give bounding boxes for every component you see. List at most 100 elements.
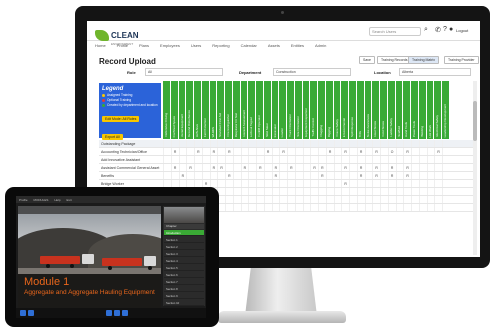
matrix-cell[interactable]: R bbox=[341, 180, 349, 187]
user-icon[interactable]: ● bbox=[449, 26, 453, 33]
matrix-cell[interactable] bbox=[426, 148, 435, 155]
matrix-cell[interactable] bbox=[263, 196, 272, 203]
matrix-cell[interactable] bbox=[411, 140, 419, 147]
help-icon[interactable]: ? bbox=[443, 26, 447, 33]
matrix-cell[interactable] bbox=[248, 172, 256, 179]
matrix-cell[interactable] bbox=[387, 180, 396, 187]
matrix-cell[interactable] bbox=[240, 172, 249, 179]
matrix-cell[interactable] bbox=[240, 180, 249, 187]
matrix-cell[interactable] bbox=[256, 204, 264, 211]
matrix-cell[interactable] bbox=[302, 196, 311, 203]
matrix-cell[interactable] bbox=[287, 148, 295, 155]
matrix-cell[interactable] bbox=[325, 180, 334, 187]
matrix-cell[interactable] bbox=[333, 172, 342, 179]
matrix-cell[interactable]: R bbox=[387, 164, 396, 171]
matrix-cell[interactable] bbox=[426, 140, 435, 147]
matrix-cell[interactable] bbox=[271, 188, 280, 195]
matrix-cell[interactable] bbox=[232, 140, 241, 147]
nav-item[interactable]: Profile bbox=[117, 42, 128, 50]
matrix-cell[interactable] bbox=[426, 172, 435, 179]
matrix-cell[interactable] bbox=[333, 156, 342, 163]
matrix-cell[interactable] bbox=[225, 188, 233, 195]
matrix-cell[interactable] bbox=[434, 172, 442, 179]
matrix-cell[interactable] bbox=[186, 148, 194, 155]
matrix-cell[interactable] bbox=[194, 180, 202, 187]
matrix-cell[interactable] bbox=[256, 196, 264, 203]
matrix-cell[interactable] bbox=[163, 164, 171, 171]
matrix-cell[interactable]: R bbox=[403, 148, 411, 155]
matrix-cell[interactable] bbox=[263, 164, 272, 171]
matrix-cell[interactable] bbox=[163, 140, 171, 147]
matrix-cell[interactable] bbox=[380, 196, 388, 203]
matrix-cell[interactable] bbox=[256, 156, 264, 163]
tablet-menu-item[interactable]: Exit bbox=[67, 198, 72, 202]
matrix-cell[interactable]: R bbox=[318, 164, 326, 171]
matrix-cell[interactable] bbox=[318, 140, 326, 147]
matrix-cell[interactable]: R bbox=[287, 164, 295, 171]
matrix-cell[interactable] bbox=[395, 180, 404, 187]
training-records-button[interactable]: Training Records bbox=[377, 56, 412, 64]
matrix-cell[interactable] bbox=[349, 164, 357, 171]
matrix-cell[interactable] bbox=[163, 172, 171, 179]
matrix-cell[interactable] bbox=[387, 156, 396, 163]
matrix-cell[interactable] bbox=[364, 188, 373, 195]
matrix-cell[interactable] bbox=[380, 180, 388, 187]
matrix-cell[interactable] bbox=[318, 196, 326, 203]
matrix-cell[interactable] bbox=[271, 204, 280, 211]
matrix-cell[interactable] bbox=[426, 156, 435, 163]
matrix-cell[interactable]: R bbox=[387, 172, 396, 179]
matrix-cell[interactable] bbox=[418, 148, 427, 155]
matrix-cell[interactable] bbox=[325, 164, 334, 171]
matrix-cell[interactable] bbox=[240, 148, 249, 155]
matrix-cell[interactable] bbox=[387, 204, 396, 211]
matrix-cell[interactable] bbox=[411, 164, 419, 171]
matrix-cell[interactable] bbox=[395, 204, 404, 211]
matrix-cell[interactable] bbox=[395, 156, 404, 163]
matrix-cell[interactable]: R bbox=[256, 164, 264, 171]
matrix-cell[interactable] bbox=[201, 156, 210, 163]
matrix-cell[interactable] bbox=[380, 156, 388, 163]
matrix-cell[interactable] bbox=[279, 156, 287, 163]
matrix-cell[interactable] bbox=[194, 156, 202, 163]
matrix-cell[interactable]: R bbox=[209, 148, 218, 155]
matrix-cell[interactable] bbox=[372, 180, 380, 187]
matrix-cell[interactable]: R bbox=[186, 164, 194, 171]
matrix-cell[interactable] bbox=[287, 140, 295, 147]
matrix-cell[interactable] bbox=[418, 180, 427, 187]
matrix-cell[interactable] bbox=[163, 148, 171, 155]
nav-item[interactable]: Admin bbox=[315, 42, 326, 50]
matrix-cell[interactable] bbox=[170, 156, 179, 163]
matrix-cell[interactable]: R bbox=[225, 172, 233, 179]
matrix-cell[interactable] bbox=[411, 196, 419, 203]
matrix-cell[interactable]: R bbox=[201, 180, 210, 187]
matrix-cell[interactable] bbox=[287, 156, 295, 163]
matrix-cell[interactable] bbox=[248, 164, 256, 171]
matrix-cell[interactable] bbox=[263, 172, 272, 179]
matrix-cell[interactable] bbox=[380, 172, 388, 179]
matrix-cell[interactable] bbox=[310, 148, 318, 155]
matrix-cell[interactable] bbox=[333, 148, 342, 155]
matrix-cell[interactable] bbox=[333, 164, 342, 171]
matrix-cell[interactable] bbox=[225, 204, 233, 211]
matrix-cell[interactable]: R bbox=[263, 148, 272, 155]
matrix-cell[interactable] bbox=[178, 164, 187, 171]
matrix-cell[interactable] bbox=[403, 140, 411, 147]
matrix-cell[interactable] bbox=[411, 180, 419, 187]
matrix-cell[interactable] bbox=[302, 164, 311, 171]
chapter-item[interactable]: Section 4 bbox=[164, 258, 204, 264]
matrix-cell[interactable]: R bbox=[434, 148, 442, 155]
matrix-cell[interactable] bbox=[256, 148, 264, 155]
matrix-cell[interactable] bbox=[209, 156, 218, 163]
matrix-cell[interactable] bbox=[325, 196, 334, 203]
matrix-cell[interactable] bbox=[279, 172, 287, 179]
matrix-cell[interactable] bbox=[364, 172, 373, 179]
matrix-cell[interactable] bbox=[294, 140, 303, 147]
matrix-cell[interactable] bbox=[356, 204, 365, 211]
matrix-cell[interactable] bbox=[364, 148, 373, 155]
matrix-cell[interactable] bbox=[325, 172, 334, 179]
matrix-cell[interactable]: R bbox=[403, 172, 411, 179]
matrix-cell[interactable] bbox=[372, 156, 380, 163]
matrix-cell[interactable] bbox=[434, 196, 442, 203]
matrix-cell[interactable] bbox=[248, 196, 256, 203]
matrix-cell[interactable] bbox=[318, 188, 326, 195]
